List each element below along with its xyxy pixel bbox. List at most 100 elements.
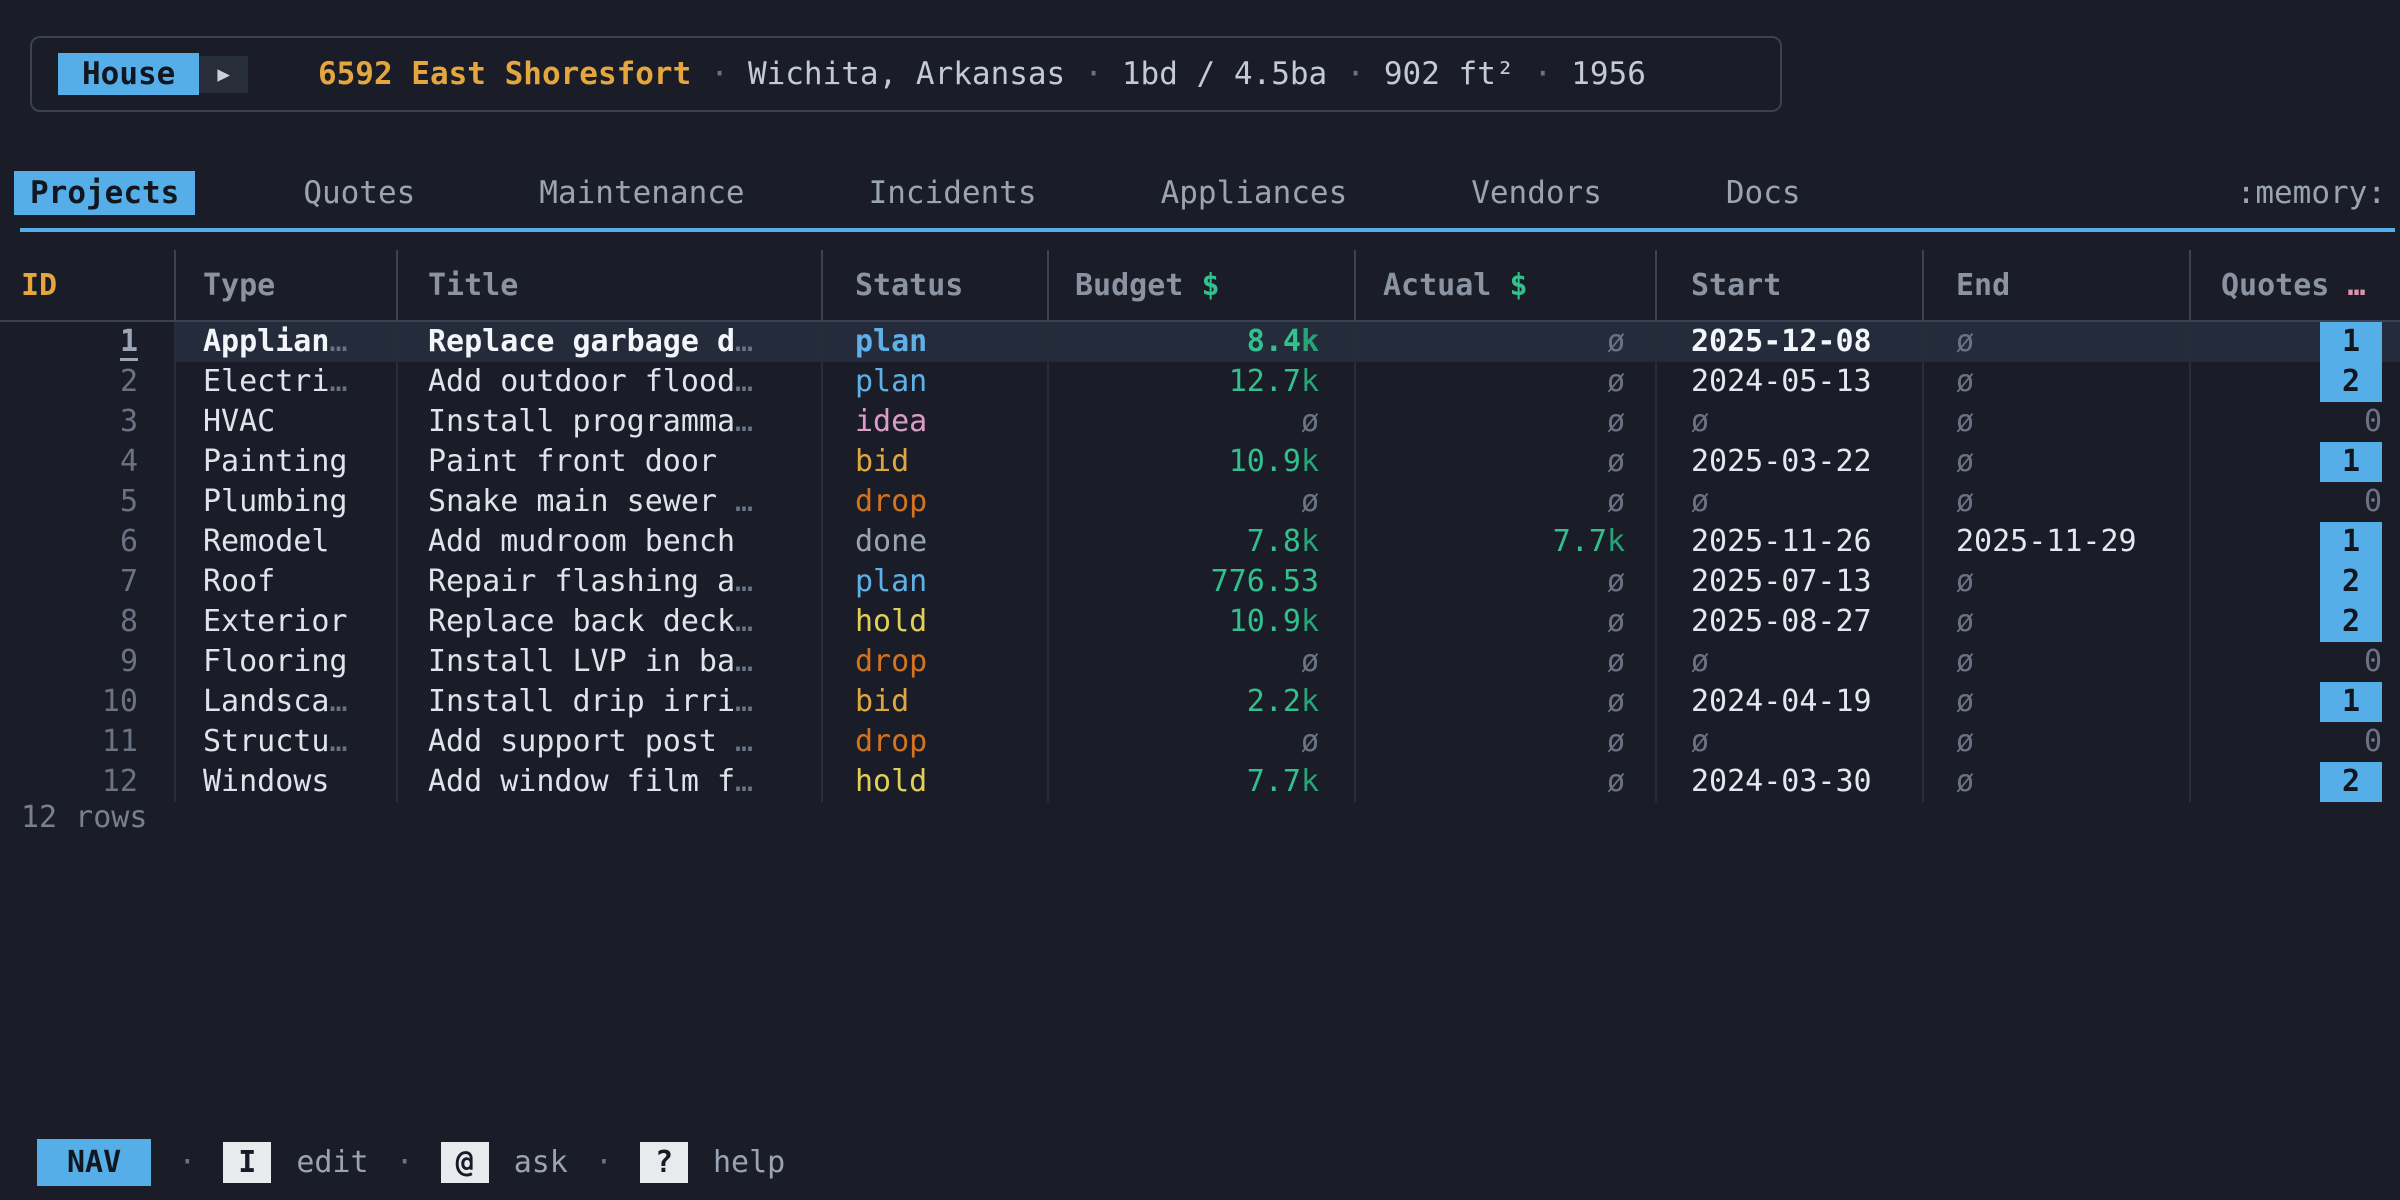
cell-start[interactable]: 2025-07-13 [1657,562,1924,602]
cell-status[interactable]: done [823,522,1049,562]
cell-budget[interactable]: ø [1049,402,1356,442]
cell-quotes[interactable]: 2 [2191,762,2400,802]
cell-type[interactable]: Applian… [176,322,398,362]
cell-type[interactable]: Remodel [176,522,398,562]
cell-type[interactable]: Electri… [176,362,398,402]
cell-budget[interactable]: ø [1049,722,1356,762]
cell-status[interactable]: idea [823,402,1049,442]
cell-type[interactable]: Structu… [176,722,398,762]
column-header-quotes[interactable]: Quotes … [2191,250,2400,322]
cell-actual[interactable]: ø [1356,642,1657,682]
cell-title[interactable]: Snake main sewer … [398,482,823,522]
cell-start[interactable]: 2024-05-13 [1657,362,1924,402]
cell-budget[interactable]: 12.7k [1049,362,1356,402]
tab-incidents[interactable]: Incidents [853,171,1053,215]
cell-actual[interactable]: ø [1356,362,1657,402]
cell-type[interactable]: Roof [176,562,398,602]
cell-quotes[interactable]: 0 [2191,482,2400,522]
cell-start[interactable]: 2024-04-19 [1657,682,1924,722]
cell-end[interactable]: ø [1924,682,2191,722]
cell-budget[interactable]: ø [1049,482,1356,522]
tab-maintenance[interactable]: Maintenance [523,171,760,215]
tab-quotes[interactable]: Quotes [287,171,431,215]
cell-start[interactable]: ø [1657,402,1924,442]
cell-actual[interactable]: ø [1356,402,1657,442]
cell-start[interactable]: 2025-03-22 [1657,442,1924,482]
column-header-type[interactable]: Type [176,250,398,322]
cell-type[interactable]: Landsca… [176,682,398,722]
cell-start[interactable]: 2025-11-26 [1657,522,1924,562]
cell-start[interactable]: 2024-03-30 [1657,762,1924,802]
cell-end[interactable]: ø [1924,642,2191,682]
cell-budget[interactable]: 776.53 [1049,562,1356,602]
cell-quotes[interactable]: 0 [2191,722,2400,762]
cell-end[interactable]: ø [1924,442,2191,482]
cell-budget[interactable]: 2.2k [1049,682,1356,722]
cell-quotes[interactable]: 1 [2191,522,2400,562]
cell-status[interactable]: drop [823,642,1049,682]
cell-quotes[interactable]: 1 [2191,682,2400,722]
cell-title[interactable]: Replace garbage d… [398,322,823,362]
cell-end[interactable]: ø [1924,322,2191,362]
cell-id[interactable]: 11 [0,722,176,762]
cell-budget[interactable]: 10.9k [1049,442,1356,482]
cell-type[interactable]: HVAC [176,402,398,442]
cell-budget[interactable]: 7.7k [1049,762,1356,802]
cell-start[interactable]: ø [1657,482,1924,522]
cell-type[interactable]: Plumbing [176,482,398,522]
cell-id[interactable]: 6 [0,522,176,562]
cell-end[interactable]: 2025-11-29 [1924,522,2191,562]
cell-start[interactable]: 2025-12-08 [1657,322,1924,362]
cell-title[interactable]: Paint front door [398,442,823,482]
cell-quotes[interactable]: 0 [2191,642,2400,682]
tab-vendors[interactable]: Vendors [1455,171,1618,215]
cell-id[interactable]: 10 [0,682,176,722]
cell-end[interactable]: ø [1924,722,2191,762]
cell-quotes[interactable]: 1 [2191,322,2400,362]
cell-quotes[interactable]: 1 [2191,442,2400,482]
cell-title[interactable]: Repair flashing a… [398,562,823,602]
cell-actual[interactable]: ø [1356,602,1657,642]
cell-id[interactable]: 7 [0,562,176,602]
cell-type[interactable]: Painting [176,442,398,482]
cell-status[interactable]: bid [823,682,1049,722]
cell-id[interactable]: 4 [0,442,176,482]
cell-budget[interactable]: 8.4k [1049,322,1356,362]
cell-title[interactable]: Install programma… [398,402,823,442]
cell-end[interactable]: ø [1924,362,2191,402]
cell-end[interactable]: ø [1924,562,2191,602]
cell-status[interactable]: plan [823,362,1049,402]
cell-quotes[interactable]: 2 [2191,362,2400,402]
column-header-id[interactable]: ID [0,250,176,322]
cell-title[interactable]: Add outdoor flood… [398,362,823,402]
column-header-budget[interactable]: Budget $ [1049,250,1356,322]
cell-actual[interactable]: ø [1356,682,1657,722]
cell-actual[interactable]: ø [1356,482,1657,522]
cell-start[interactable]: ø [1657,722,1924,762]
house-selector[interactable]: House [58,53,199,95]
tab-appliances[interactable]: Appliances [1145,171,1364,215]
tab-projects[interactable]: Projects [14,171,195,215]
cell-start[interactable]: 2025-08-27 [1657,602,1924,642]
cell-type[interactable]: Flooring [176,642,398,682]
cell-budget[interactable]: 7.8k [1049,522,1356,562]
cell-type[interactable]: Exterior [176,602,398,642]
cell-status[interactable]: plan [823,322,1049,362]
cell-actual[interactable]: ø [1356,762,1657,802]
cell-id[interactable]: 2 [0,362,176,402]
cell-status[interactable]: drop [823,482,1049,522]
cell-title[interactable]: Add mudroom bench [398,522,823,562]
cell-start[interactable]: ø [1657,642,1924,682]
cell-quotes[interactable]: 0 [2191,402,2400,442]
cell-end[interactable]: ø [1924,402,2191,442]
column-header-status[interactable]: Status [823,250,1049,322]
cell-end[interactable]: ø [1924,762,2191,802]
cell-title[interactable]: Add support post … [398,722,823,762]
cell-actual[interactable]: ø [1356,562,1657,602]
cell-status[interactable]: plan [823,562,1049,602]
cell-title[interactable]: Add window film f… [398,762,823,802]
cell-type[interactable]: Windows [176,762,398,802]
cell-title[interactable]: Replace back deck… [398,602,823,642]
expand-arrow-button[interactable]: ▶ [199,56,248,93]
cell-status[interactable]: hold [823,602,1049,642]
